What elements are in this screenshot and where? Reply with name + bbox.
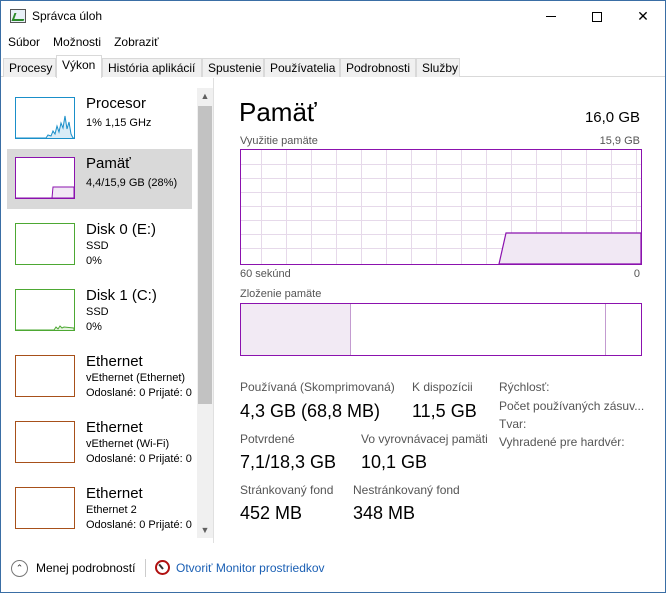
sidebar-item-ethernet-3[interactable]: Ethernet Ethernet 2 Odoslané: 0 Prijaté:… [7, 479, 192, 539]
prop-speed-label: Rýchlosť: [499, 380, 550, 394]
cpu-thumbnail-graph [15, 97, 75, 139]
nonpaged-pool-value: 348 MB [353, 503, 416, 523]
title-bar[interactable]: Správca úloh ✕ [1, 1, 665, 32]
sidebar-throughput-ethernet-1: Odoslané: 0 Prijaté: 0 [86, 387, 192, 399]
composition-label: Zloženie pamäte [240, 288, 322, 300]
sidebar-item-ethernet-1[interactable]: Ethernet vEthernet (Ethernet) Odoslané: … [7, 347, 192, 407]
cached-label: Vo vyrovnávacej pamäti [361, 432, 488, 446]
prop-reserved-label: Vyhradené pre hardvér: [499, 435, 625, 449]
memory-usage-graph [240, 149, 642, 265]
scroll-up-arrow-icon[interactable]: ▲ [197, 88, 213, 104]
sidebar-line2-disk1: 0% [86, 321, 102, 333]
sidebar-item-disk0[interactable]: Disk 0 (E:) SSD 0% [7, 215, 192, 275]
sidebar-title-memory: Pamäť [86, 155, 131, 172]
open-resource-monitor-link[interactable]: Otvoriť Monitor prostriedkov [176, 561, 325, 575]
window-title: Správca úloh [32, 9, 103, 23]
tab-details[interactable]: Podrobnosti [340, 58, 416, 77]
prop-slots-label: Počet používaných zásuv... [499, 399, 645, 413]
cached-value: 10,1 GB [361, 452, 428, 472]
sidebar-line-cpu: 1% 1,15 GHz [86, 117, 152, 129]
close-icon: ✕ [637, 8, 649, 24]
sidebar-line-memory: 4,4/15,9 GB (28%) [86, 177, 178, 189]
sidebar-line2-disk0: 0% [86, 255, 102, 267]
sidebar-title-disk1: Disk 1 (C:) [86, 287, 157, 304]
ethernet1-thumbnail-graph [15, 355, 75, 397]
memory-composition-bar [240, 303, 642, 356]
tab-performance[interactable]: Výkon [56, 55, 102, 78]
tab-processes[interactable]: Procesy [3, 58, 56, 77]
sidebar-title-disk0: Disk 0 (E:) [86, 221, 157, 238]
available-value: 11,5 GB [412, 401, 477, 421]
scroll-thumb[interactable] [198, 106, 212, 404]
memory-thumbnail-graph [15, 157, 75, 199]
resource-list: Procesor 1% 1,15 GHz Pamäť 4,4/15,9 GB (… [1, 78, 214, 543]
prop-form-label: Tvar: [499, 417, 527, 431]
task-manager-window: Správca úloh ✕ Súbor Možnosti Zobraziť P… [0, 0, 666, 593]
sidebar-line1-ethernet-3: Ethernet 2 [86, 504, 137, 516]
composition-in-use-segment [241, 304, 351, 355]
sidebar-line1-ethernet-1: vEthernet (Ethernet) [86, 372, 186, 384]
tab-users[interactable]: Používatelia [264, 58, 340, 77]
footer-bar: ⌃ Menej podrobností Otvoriť Monitor pros… [1, 549, 665, 589]
menu-view[interactable]: Zobraziť [107, 32, 165, 52]
resource-monitor-icon[interactable] [155, 560, 170, 575]
tab-services[interactable]: Služby [416, 58, 460, 77]
memory-usage-graph-svg [241, 150, 642, 265]
sidebar-title-ethernet-1: Ethernet [86, 353, 143, 370]
tab-startup[interactable]: Spustenie [202, 58, 264, 77]
sidebar-throughput-ethernet-3: Odoslané: 0 Prijaté: 0 [86, 519, 192, 531]
chevron-up-icon[interactable]: ⌃ [11, 560, 28, 577]
menu-file[interactable]: Súbor [1, 32, 46, 52]
minimize-button[interactable] [528, 1, 574, 32]
tab-app-history[interactable]: História aplikácií [102, 58, 202, 77]
available-label: K dispozícii [412, 380, 473, 394]
memory-usage-area [498, 232, 642, 265]
minimize-icon [546, 16, 556, 17]
maximize-icon [592, 11, 602, 22]
menu-options[interactable]: Možnosti [46, 32, 107, 52]
sidebar-title-ethernet-2: Ethernet [86, 419, 143, 436]
sidebar-item-memory[interactable]: Pamäť 4,4/15,9 GB (28%) [7, 149, 192, 209]
scroll-down-arrow-icon[interactable]: ▼ [197, 522, 213, 538]
disk1-thumbnail-graph [15, 289, 75, 331]
ethernet3-thumbnail-graph [15, 487, 75, 529]
menu-bar: Súbor Možnosti Zobraziť [1, 32, 665, 52]
sidebar-title-ethernet-3: Ethernet [86, 485, 143, 502]
maximize-button[interactable] [574, 1, 620, 32]
usage-graph-label: Využitie pamäte [240, 135, 318, 147]
paged-pool-label: Stránkovaný fond [240, 483, 334, 497]
usage-graph-max: 15,9 GB [599, 135, 640, 147]
committed-label: Potvrdené [240, 432, 295, 446]
memory-total: 16,0 GB [584, 109, 640, 126]
close-button[interactable]: ✕ [620, 1, 666, 32]
sidebar-line1-disk1: SSD [86, 306, 109, 318]
graph-time-right: 0 [633, 268, 640, 280]
sidebar-item-disk1[interactable]: Disk 1 (C:) SSD 0% [7, 281, 192, 341]
sidebar-item-cpu[interactable]: Procesor 1% 1,15 GHz [7, 89, 192, 149]
committed-value: 7,1/18,3 GB [240, 452, 337, 472]
sidebar-line1-disk0: SSD [86, 240, 109, 252]
sidebar-item-ethernet-2[interactable]: Ethernet vEthernet (Wi-Fi) Odoslané: 0 P… [7, 413, 192, 473]
sidebar-line1-ethernet-2: vEthernet (Wi-Fi) [86, 438, 170, 450]
composition-standby-divider [605, 304, 606, 355]
paged-pool-value: 452 MB [240, 503, 303, 523]
ethernet2-thumbnail-graph [15, 421, 75, 463]
disk0-thumbnail-graph [15, 223, 75, 265]
tab-strip: Procesy Výkon História aplikácií Spusten… [1, 55, 665, 78]
footer-divider [145, 559, 146, 577]
nonpaged-pool-label: Nestránkovaný fond [353, 483, 460, 497]
in-use-label: Používaná (Skomprimovaná) [240, 380, 395, 394]
in-use-value: 4,3 GB (68,8 MB) [240, 401, 381, 421]
sidebar-throughput-ethernet-2: Odoslané: 0 Prijaté: 0 [86, 453, 192, 465]
task-manager-icon [10, 9, 26, 23]
fewer-details-link[interactable]: Menej podrobností [36, 561, 135, 575]
sidebar-title-cpu: Procesor [86, 95, 147, 112]
sidebar-scrollbar[interactable]: ▲ ▼ [197, 88, 213, 538]
graph-time-left: 60 sekúnd [240, 268, 291, 280]
page-title: Pamäť [239, 97, 317, 127]
